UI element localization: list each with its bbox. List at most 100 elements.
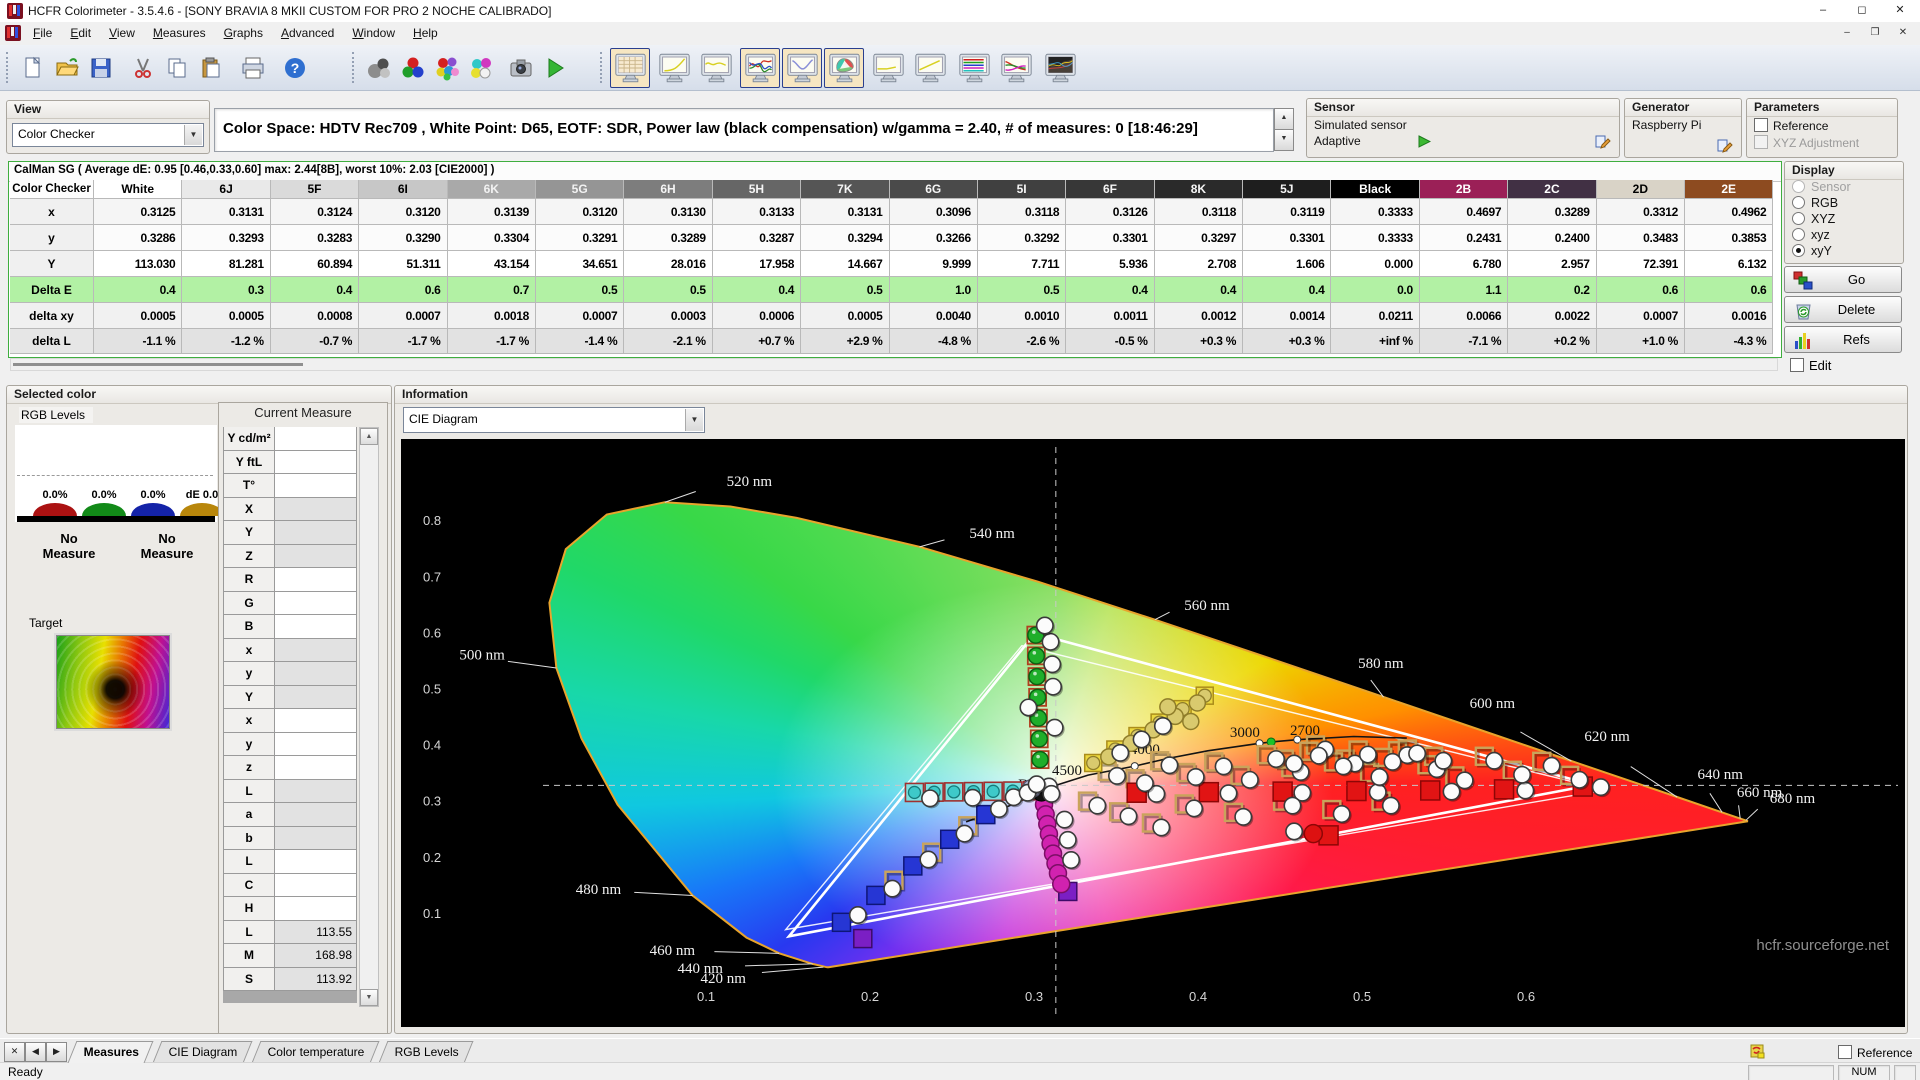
- cell-6H-dxy[interactable]: 0.0003: [624, 303, 713, 329]
- column-header-5J[interactable]: 5J: [1243, 180, 1332, 199]
- cell-8K-dxy[interactable]: 0.0012: [1154, 303, 1244, 329]
- column-header-8K[interactable]: 8K: [1154, 180, 1244, 199]
- column-header-2C[interactable]: 2C: [1508, 180, 1597, 199]
- cell-5F-dxy[interactable]: 0.0008: [270, 303, 360, 329]
- column-header-5G[interactable]: 5G: [535, 180, 625, 199]
- cell-6H-dL[interactable]: -2.1 %: [624, 329, 713, 354]
- cell-2C-Y[interactable]: 2.957: [1508, 251, 1597, 277]
- cell-2E-Y[interactable]: 6.132: [1685, 251, 1774, 277]
- cell-6J-dE[interactable]: 0.3: [182, 277, 271, 303]
- cell-5I-Y[interactable]: 7.711: [977, 251, 1067, 277]
- cell-7K-y[interactable]: 0.3294: [801, 225, 890, 251]
- cell-2B-x[interactable]: 0.4697: [1419, 199, 1509, 225]
- cell-6H-dE[interactable]: 0.5: [624, 277, 713, 303]
- cell-6J-x[interactable]: 0.3131: [182, 199, 271, 225]
- column-header-6J[interactable]: 6J: [182, 180, 271, 199]
- column-header-2D[interactable]: 2D: [1596, 180, 1686, 199]
- cie-diagram-view-button[interactable]: [824, 48, 864, 88]
- cell-5J-dL[interactable]: +0.3 %: [1243, 329, 1332, 354]
- cell-5I-y[interactable]: 0.3292: [977, 225, 1067, 251]
- cell-2D-x[interactable]: 0.3312: [1596, 199, 1686, 225]
- scroll-up-icon[interactable]: ▲: [360, 428, 378, 445]
- menu-window[interactable]: Window: [343, 22, 404, 44]
- toolbar-grip[interactable]: [600, 52, 605, 83]
- header-spin-down[interactable]: ▼: [1274, 129, 1294, 151]
- minimize-button[interactable]: –: [1804, 0, 1842, 22]
- cell-Black-Y[interactable]: 0.000: [1331, 251, 1420, 277]
- close-button[interactable]: ✕: [1881, 0, 1919, 22]
- cell-7K-dE[interactable]: 0.5: [801, 277, 890, 303]
- cell-2D-y[interactable]: 0.3483: [1596, 225, 1686, 251]
- column-header-2E[interactable]: 2E: [1685, 180, 1774, 199]
- cell-2E-dE[interactable]: 0.6: [1685, 277, 1774, 303]
- radio-icon[interactable]: [1792, 244, 1805, 257]
- menu-advanced[interactable]: Advanced: [272, 22, 343, 44]
- cell-5G-dE[interactable]: 0.5: [535, 277, 625, 303]
- mdi-close-button[interactable]: ✕: [1890, 25, 1916, 42]
- cell-7K-dxy[interactable]: 0.0005: [801, 303, 890, 329]
- cell-2D-dL[interactable]: +1.0 %: [1596, 329, 1686, 354]
- cell-6I-x[interactable]: 0.3120: [359, 199, 448, 225]
- toolbar-grip[interactable]: [352, 52, 357, 83]
- menu-edit[interactable]: Edit: [61, 22, 100, 44]
- cell-5J-y[interactable]: 0.3301: [1243, 225, 1332, 251]
- cell-5H-x[interactable]: 0.3133: [712, 199, 802, 225]
- cell-White-y[interactable]: 0.3286: [94, 225, 183, 251]
- cell-6K-dE[interactable]: 0.7: [447, 277, 536, 303]
- cell-6K-dL[interactable]: -1.7 %: [447, 329, 536, 354]
- cell-6H-Y[interactable]: 28.016: [624, 251, 713, 277]
- cell-6F-dE[interactable]: 0.4: [1066, 277, 1155, 303]
- go-button[interactable]: Go: [1784, 266, 1902, 293]
- cell-6J-dL[interactable]: -1.2 %: [182, 329, 271, 354]
- column-header-5I[interactable]: 5I: [977, 180, 1067, 199]
- cell-5I-dE[interactable]: 0.5: [977, 277, 1067, 303]
- rgb-measure-balls-button[interactable]: [396, 51, 430, 85]
- cell-6K-dxy[interactable]: 0.0018: [447, 303, 536, 329]
- rgb-curves-view-button[interactable]: [740, 48, 780, 88]
- cell-White-dE[interactable]: 0.4: [94, 277, 183, 303]
- menu-measures[interactable]: Measures: [144, 22, 215, 44]
- cell-2C-dL[interactable]: +0.2 %: [1508, 329, 1597, 354]
- color-stripes-view-button[interactable]: [954, 48, 994, 88]
- new-file-button[interactable]: [16, 51, 50, 85]
- cell-8K-y[interactable]: 0.3297: [1154, 225, 1244, 251]
- close-tab-button[interactable]: ✕: [4, 1042, 25, 1062]
- column-header-6F[interactable]: 6F: [1066, 180, 1155, 199]
- information-view-dropdown[interactable]: CIE Diagram ▼: [403, 407, 705, 433]
- menu-help[interactable]: Help: [404, 22, 447, 44]
- cell-2C-dE[interactable]: 0.2: [1508, 277, 1597, 303]
- scrollbar-thumb[interactable]: [13, 363, 303, 366]
- cell-6H-x[interactable]: 0.3130: [624, 199, 713, 225]
- luminance-curve-view-button[interactable]: [696, 48, 736, 88]
- column-header-Black[interactable]: Black: [1331, 180, 1420, 199]
- tab-color-temperature[interactable]: Color temperature: [251, 1041, 380, 1063]
- cell-6K-Y[interactable]: 43.154: [447, 251, 536, 277]
- column-header-6K[interactable]: 6K: [447, 180, 536, 199]
- column-header-6I[interactable]: 6I: [359, 180, 448, 199]
- copy-button[interactable]: [160, 51, 194, 85]
- display-option-xyY[interactable]: xyY: [1785, 244, 1903, 260]
- cell-6F-dxy[interactable]: 0.0011: [1066, 303, 1155, 329]
- cell-5H-y[interactable]: 0.3287: [712, 225, 802, 251]
- cell-7K-dL[interactable]: +2.9 %: [801, 329, 890, 354]
- column-header-5F[interactable]: 5F: [270, 180, 360, 199]
- reference-toggle[interactable]: Reference: [1838, 1045, 1912, 1060]
- chevron-down-icon[interactable]: ▼: [685, 409, 703, 431]
- cell-5G-y[interactable]: 0.3291: [535, 225, 625, 251]
- cell-6F-dL[interactable]: -0.5 %: [1066, 329, 1155, 354]
- cell-White-dL[interactable]: -1.1 %: [94, 329, 183, 354]
- cell-2B-Y[interactable]: 6.780: [1419, 251, 1509, 277]
- sensor-edit-icon[interactable]: [1594, 133, 1611, 149]
- cell-2E-dL[interactable]: -4.3 %: [1685, 329, 1774, 354]
- generator-edit-icon[interactable]: [1716, 137, 1733, 153]
- cell-Black-dxy[interactable]: 0.0211: [1331, 303, 1420, 329]
- cell-8K-dE[interactable]: 0.4: [1154, 277, 1244, 303]
- cell-6J-dxy[interactable]: 0.0005: [182, 303, 271, 329]
- cell-5G-Y[interactable]: 34.651: [535, 251, 625, 277]
- cell-5F-y[interactable]: 0.3283: [270, 225, 360, 251]
- cell-8K-Y[interactable]: 2.708: [1154, 251, 1244, 277]
- measures-grid-view-button[interactable]: [610, 48, 650, 88]
- radio-icon[interactable]: [1792, 196, 1805, 209]
- radio-icon[interactable]: [1792, 228, 1805, 241]
- cell-5G-x[interactable]: 0.3120: [535, 199, 625, 225]
